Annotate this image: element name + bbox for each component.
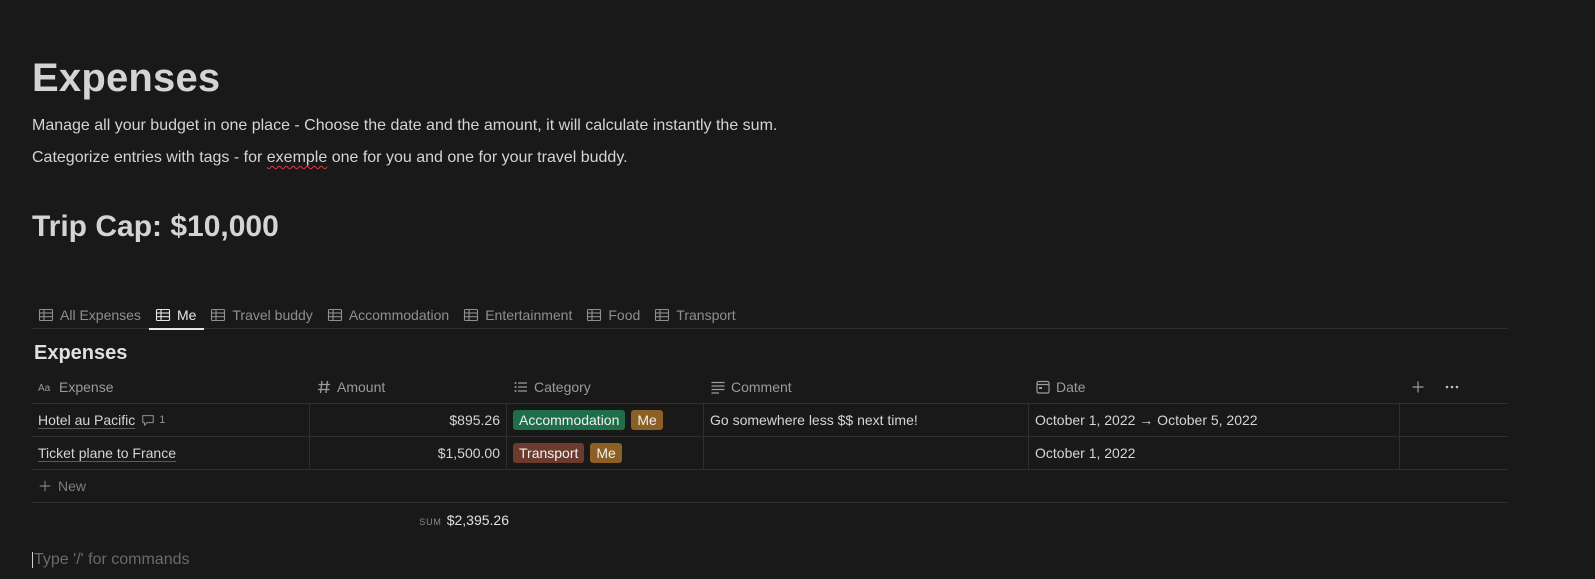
plus-icon[interactable]	[1410, 379, 1426, 395]
expense-cell[interactable]: Ticket plane to France	[32, 437, 310, 469]
misspelled-word[interactable]: exemple	[267, 149, 327, 166]
comment-cell[interactable]	[704, 437, 1029, 469]
column-actions	[1400, 370, 1508, 403]
table-icon	[211, 308, 226, 321]
description-line-1[interactable]: Manage all your budget in one place - Ch…	[32, 117, 777, 135]
tab-travel-buddy[interactable]: Travel buddy	[204, 294, 320, 329]
amount-cell[interactable]: $895.26	[310, 404, 507, 436]
table-row[interactable]: Hotel au Pacific 1 $895.26 Accommodation…	[32, 404, 1508, 437]
comment-count-badge[interactable]: 1	[141, 413, 165, 427]
column-label: Expense	[59, 378, 114, 395]
tag-me: Me	[590, 443, 622, 463]
tab-entertainment[interactable]: Entertainment	[457, 294, 580, 329]
view-tabs: All Expenses Me Travel buddy Accommodati…	[32, 294, 1508, 330]
tab-label: Food	[608, 306, 641, 323]
table-row[interactable]: Ticket plane to France $1,500.00 Transpo…	[32, 437, 1508, 470]
description-text: Categorize entries with tags - for	[32, 149, 267, 166]
expense-name[interactable]: Hotel au Pacific	[38, 412, 135, 428]
tab-label: Me	[176, 306, 197, 323]
tab-label: Entertainment	[485, 306, 573, 323]
column-header-expense[interactable]: Aa Expense	[32, 370, 310, 403]
calculation-row: SUM $2,395.26	[32, 503, 1508, 537]
more-options-icon[interactable]	[1444, 379, 1460, 395]
column-label: Comment	[731, 378, 792, 395]
tab-label: Travel buddy	[232, 306, 313, 323]
database-title[interactable]: Expenses	[34, 342, 127, 365]
comment-icon	[142, 415, 155, 426]
column-label: Date	[1056, 378, 1086, 395]
table-icon	[655, 308, 670, 321]
tab-label: Accommodation	[348, 306, 450, 323]
command-placeholder[interactable]: Type '/' for commands	[32, 552, 190, 568]
table-icon	[464, 308, 479, 321]
calendar-icon	[1036, 380, 1050, 394]
category-cell[interactable]: Accommodation Me	[507, 404, 704, 436]
sum-label: SUM	[419, 517, 442, 527]
tag-me: Me	[631, 410, 663, 430]
tab-me[interactable]: Me	[148, 294, 205, 330]
table-icon	[587, 308, 602, 321]
plus-icon	[39, 480, 51, 492]
tab-label: All Expenses	[60, 306, 141, 323]
table-header: Aa Expense Amount Category Comment Date	[32, 370, 1508, 404]
new-row-button[interactable]: New	[32, 470, 1508, 503]
tab-accommodation[interactable]: Accommodation	[321, 294, 457, 329]
category-cell[interactable]: Transport Me	[507, 437, 704, 469]
tab-all-expenses[interactable]: All Expenses	[32, 294, 149, 329]
column-header-amount[interactable]: Amount	[310, 370, 507, 403]
table-icon	[155, 308, 170, 321]
expense-name[interactable]: Ticket plane to France	[38, 445, 176, 461]
column-header-comment[interactable]: Comment	[704, 370, 1029, 403]
svg-text:Aa: Aa	[38, 383, 51, 394]
description-text: one for you and one for your travel budd…	[327, 149, 628, 166]
number-property-icon	[318, 380, 330, 393]
tab-food[interactable]: Food	[580, 294, 648, 329]
column-header-category[interactable]: Category	[507, 370, 704, 403]
new-row-label: New	[58, 478, 87, 494]
sum-value: $2,395.26	[446, 512, 509, 528]
amount-cell[interactable]: $1,500.00	[310, 437, 507, 469]
date-cell[interactable]: October 1, 2022	[1029, 437, 1400, 469]
description-line-2[interactable]: Categorize entries with tags - for exemp…	[32, 149, 628, 167]
page-title[interactable]: Expenses	[32, 56, 220, 101]
tag-transport: Transport	[513, 443, 585, 463]
tag-accommodation: Accommodation	[513, 410, 626, 430]
column-label: Category	[534, 378, 591, 395]
tab-label: Transport	[676, 306, 736, 323]
amount-sum[interactable]: SUM $2,395.26	[419, 512, 509, 528]
multi-select-icon	[514, 381, 527, 392]
tab-transport[interactable]: Transport	[648, 294, 743, 329]
trip-cap-heading[interactable]: Trip Cap: $10,000	[32, 210, 279, 244]
text-property-icon: Aa	[38, 383, 51, 394]
comment-count: 1	[159, 414, 166, 426]
date-cell[interactable]: October 1, 2022 → October 5, 2022	[1029, 404, 1400, 436]
expenses-table: Aa Expense Amount Category Comment Date	[32, 370, 1508, 537]
table-icon	[38, 308, 54, 321]
column-header-date[interactable]: Date	[1029, 370, 1400, 403]
expense-cell[interactable]: Hotel au Pacific 1	[32, 404, 310, 436]
empty-cell[interactable]	[1400, 404, 1508, 436]
text-lines-icon	[711, 381, 725, 394]
column-label: Amount	[337, 378, 386, 395]
empty-cell[interactable]	[1400, 437, 1508, 469]
table-icon	[327, 308, 342, 321]
comment-cell[interactable]: Go somewhere less $$ next time!	[704, 404, 1029, 436]
